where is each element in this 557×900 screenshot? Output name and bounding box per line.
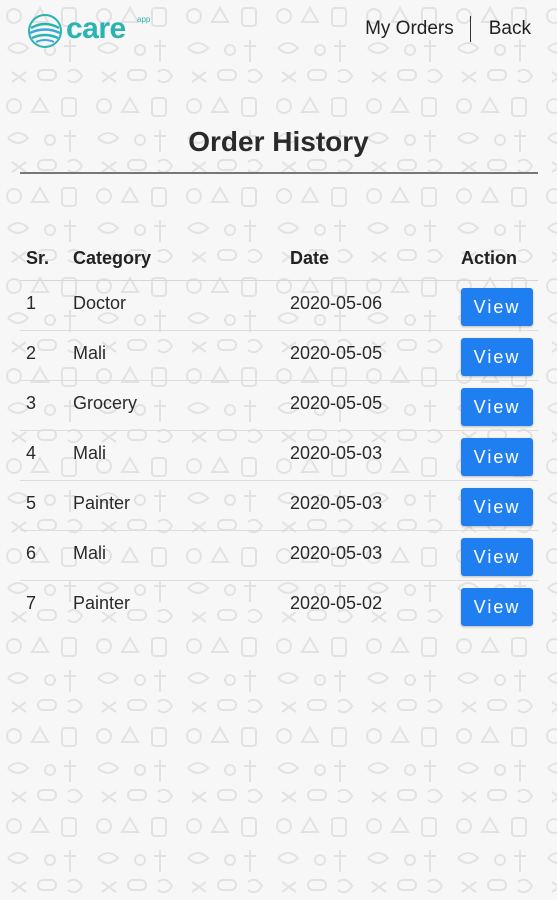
header-category: Category	[73, 248, 152, 268]
row-category: Mali	[73, 543, 107, 563]
row-sr: 6	[26, 543, 37, 563]
row-sr: 5	[26, 493, 37, 513]
row-category: Painter	[73, 593, 131, 613]
order-history-table: Sr. Category Date Action 1 Doctor 2020-0…	[20, 238, 538, 630]
logo-text: care	[66, 12, 126, 45]
back-link[interactable]: Back	[489, 18, 531, 40]
title-divider	[20, 172, 538, 174]
row-date: 2020-05-02	[290, 593, 383, 613]
care-app-logo[interactable]: care app	[26, 12, 166, 50]
header-date: Date	[290, 248, 330, 268]
row-sr: 7	[26, 593, 37, 613]
row-date: 2020-05-06	[290, 293, 383, 313]
table-row: 4 Mali 2020-05-03 View	[20, 431, 538, 481]
view-button[interactable]: View	[461, 438, 533, 476]
row-date: 2020-05-03	[290, 543, 383, 563]
my-orders-link[interactable]: My Orders	[365, 18, 454, 40]
nav-divider	[469, 16, 471, 42]
view-button[interactable]: View	[461, 388, 533, 426]
header-action: Action	[461, 248, 517, 268]
logo-globe-icon	[28, 14, 62, 48]
row-date: 2020-05-03	[290, 443, 383, 463]
table-row: 5 Painter 2020-05-03 View	[20, 481, 538, 531]
top-bar: care app My Orders Back	[0, 0, 557, 60]
row-category: Grocery	[73, 393, 138, 413]
logo-superscript: app	[137, 15, 151, 24]
row-sr: 2	[26, 343, 37, 363]
row-date: 2020-05-05	[290, 343, 383, 363]
view-button[interactable]: View	[461, 338, 533, 376]
table-row: 2 Mali 2020-05-05 View	[20, 331, 538, 381]
table-header-row: Sr. Category Date Action	[20, 238, 538, 281]
view-button[interactable]: View	[461, 288, 533, 326]
table-row: 7 Painter 2020-05-02 View	[20, 581, 538, 630]
table-row: 6 Mali 2020-05-03 View	[20, 531, 538, 581]
row-sr: 4	[26, 443, 37, 463]
header-sr: Sr.	[26, 248, 50, 268]
row-sr: 1	[26, 293, 37, 313]
row-category: Mali	[73, 343, 107, 363]
table-row: 1 Doctor 2020-05-06 View	[20, 281, 538, 331]
row-category: Mali	[73, 443, 107, 463]
row-sr: 3	[26, 393, 37, 413]
view-button[interactable]: View	[461, 488, 533, 526]
page-title: Order History	[188, 126, 369, 157]
row-category: Painter	[73, 493, 131, 513]
table-row: 3 Grocery 2020-05-05 View	[20, 381, 538, 431]
row-category: Doctor	[73, 293, 127, 313]
row-date: 2020-05-03	[290, 493, 383, 513]
top-nav: My Orders Back	[365, 16, 531, 42]
view-button[interactable]: View	[461, 588, 533, 626]
row-date: 2020-05-05	[290, 393, 383, 413]
view-button[interactable]: View	[461, 538, 533, 576]
